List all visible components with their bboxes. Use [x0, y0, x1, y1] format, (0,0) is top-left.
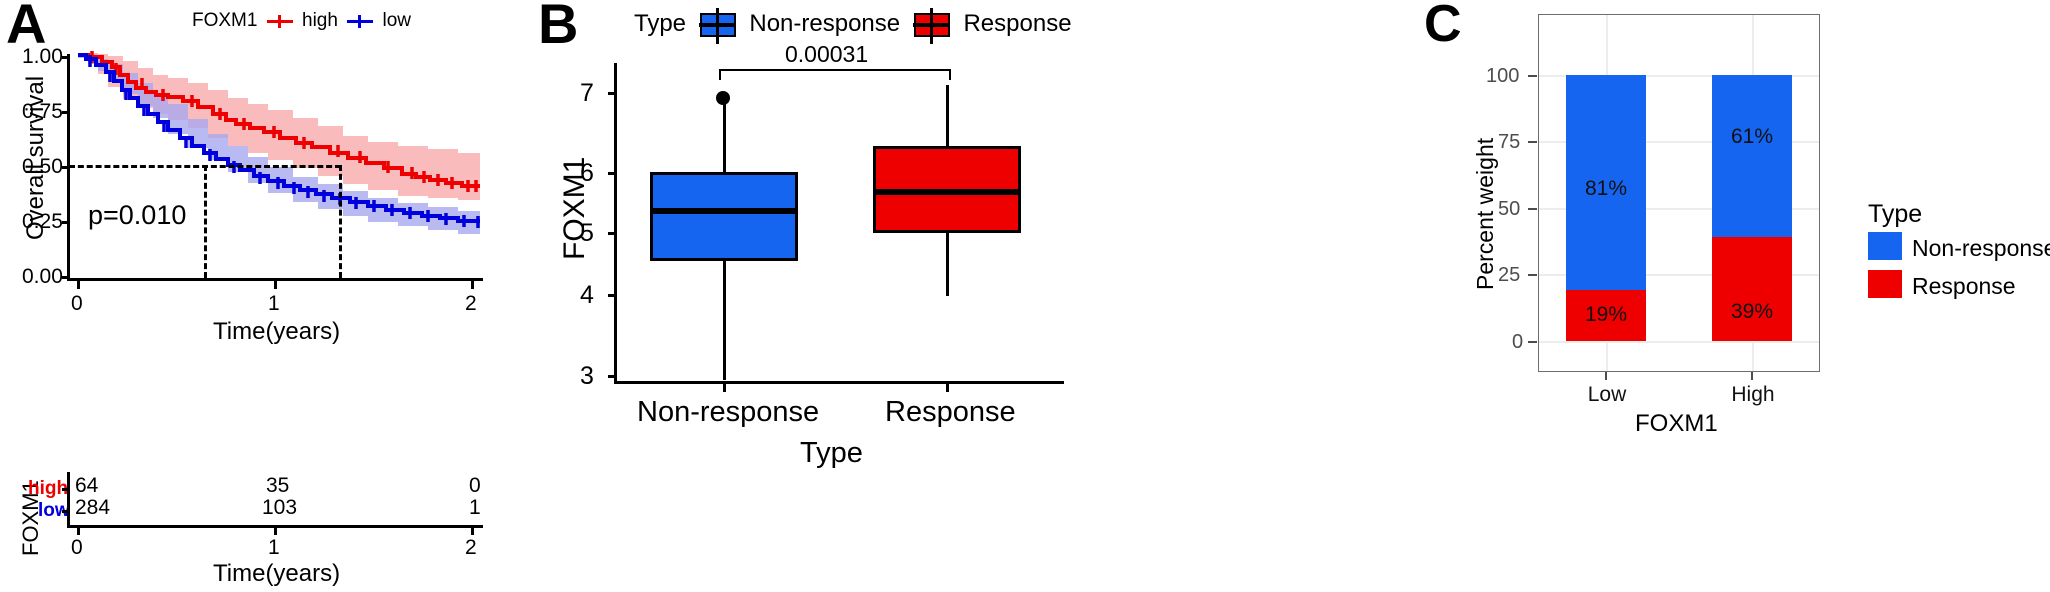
panel-b-letter: B: [538, 0, 579, 55]
figure-root: A FOXM1 high low Overall survival 0.00 0…: [0, 0, 2050, 592]
bar-high-response: [1712, 237, 1792, 341]
median-line-non-response: [650, 208, 798, 214]
panel-a-xtick-1: 1: [268, 292, 280, 315]
panel-c-ytick-25: 25: [1498, 264, 1521, 286]
panel-b-pvalue: 0.00031: [785, 41, 869, 67]
risk-table-yaxis: [67, 472, 70, 526]
panel-c-xtick-mark-high: [1751, 372, 1753, 380]
panel-b-ytick-4: 4: [580, 281, 594, 309]
panel-c-legend-swatch-non-response: [1868, 232, 1902, 260]
bar-high-non-response: [1712, 75, 1792, 237]
panel-c: C 19% 81% 39% 61% 0 25 50 75 100 Percent…: [1380, 0, 2050, 592]
legend-marker-low: [347, 14, 374, 28]
panel-b-legend-title: Type: [634, 10, 687, 37]
panel-a-xtick-mark-2: [471, 281, 474, 289]
panel-a-legend-label-high: high: [302, 10, 338, 31]
bar-label-high-non-response: 61%: [1730, 125, 1774, 148]
panel-b-legend-label-response: Response: [963, 10, 1072, 37]
panel-b-xtick-non-response: Non-response: [637, 396, 820, 428]
panel-c-legend-title: Type: [1868, 200, 1923, 228]
panel-c-gridline-0: [1539, 341, 1819, 343]
panel-c-legend-swatch-response: [1868, 270, 1902, 298]
panel-a-ytick-1: 0.25: [22, 210, 63, 233]
panel-a-median-vline-low: [204, 165, 207, 278]
risk-xtick-1: 1: [268, 536, 280, 559]
panel-b-ytick-7: 7: [580, 79, 594, 107]
panel-a-pvalue: p=0.010: [88, 200, 187, 230]
panel-a-xlabel: Time(years): [213, 318, 341, 345]
panel-b-xlabel: Type: [800, 437, 863, 469]
panel-c-ytick-0: 0: [1512, 331, 1524, 353]
legend-box-response: [913, 7, 951, 44]
panel-a-legend-label-low: low: [382, 10, 412, 31]
panel-c-ytick-mark-50: [1528, 208, 1537, 210]
panel-a-xtick-0: 0: [71, 292, 83, 315]
panel-a-legend-title: FOXM1: [192, 10, 258, 31]
panel-c-ytick-75: 75: [1498, 131, 1521, 153]
panel-b-ytick-5: 5: [580, 219, 594, 247]
panel-c-letter: C: [1424, 0, 1462, 53]
panel-b-xtick-mark-1: [946, 384, 949, 392]
panel-b-ytick-3: 3: [580, 362, 594, 390]
risk-xtick-2: 2: [465, 536, 477, 559]
risk-value-high-t0: 64: [75, 474, 99, 497]
panel-b: B Type Non-response Response FOXM1 3 4 5…: [530, 0, 1072, 592]
risk-value-low-t1: 103: [262, 496, 298, 519]
legend-box-non-response: [699, 7, 737, 44]
risk-value-high-t2: 0: [469, 474, 481, 497]
panel-b-xtick-mark-0: [723, 384, 726, 392]
risk-xtick-0: 0: [71, 536, 83, 559]
risk-value-low-t2: 1: [469, 496, 481, 519]
risk-value-high-t1: 35: [266, 474, 290, 497]
panel-a-km-curves: [68, 50, 483, 272]
panel-a-risk-table: FOXM1 high low 64 35 0 284 103 1 0 1 2 T…: [0, 468, 530, 592]
panel-c-xtick-mark-low: [1605, 372, 1607, 380]
panel-b-significance-bracket: [719, 69, 951, 80]
panel-c-ytick-mark-75: [1528, 141, 1537, 143]
panel-c-ytick-50: 50: [1498, 198, 1521, 220]
panel-c-legend-label-non-response: Non-response: [1912, 235, 2050, 261]
panel-a-ytick-0: 0.00: [22, 265, 63, 288]
panel-b-legend-label-nonresponse: Non-response: [749, 10, 901, 37]
panel-c-xtick-low: Low: [1587, 383, 1627, 406]
panel-c-ytick-mark-25: [1528, 274, 1537, 276]
panel-c-legend-label-response: Response: [1912, 273, 2016, 299]
panel-c-xlabel: FOXM1: [1635, 410, 1718, 437]
panel-a-xtick-mark-0: [77, 281, 80, 289]
panel-a-ytick-4: 1.00: [22, 45, 63, 68]
panel-a-ytick-2: 0.50: [22, 155, 63, 178]
box-non-response: [650, 172, 798, 261]
panel-a-xtick-2: 2: [465, 292, 477, 315]
panel-c-ytick-mark-100: [1528, 75, 1537, 77]
risk-table-xlabel: Time(years): [213, 560, 341, 587]
panel-a-ytick-3: 0.75: [22, 100, 63, 123]
bar-label-low-response: 19%: [1584, 303, 1628, 326]
panel-a: A FOXM1 high low Overall survival 0.00 0…: [0, 0, 530, 592]
legend-marker-high: [266, 14, 293, 28]
panel-c-ytick-100: 100: [1486, 65, 1520, 87]
panel-b-xtick-response: Response: [885, 396, 1016, 428]
whisker-upper-response: [946, 85, 949, 146]
panel-a-xtick-mark-1: [274, 281, 277, 289]
panel-b-ytick-6: 6: [580, 159, 594, 187]
panel-c-ylabel: Percent weight: [1472, 137, 1498, 290]
bar-label-high-response: 39%: [1730, 300, 1774, 323]
panel-a-legend: FOXM1 high low: [192, 10, 411, 32]
whisker-lower-response: [946, 232, 949, 296]
panel-b-yaxis: [614, 63, 617, 383]
outlier-point-non-response: [716, 91, 730, 105]
median-line-response: [873, 189, 1021, 195]
risk-xtick-mark-0: [77, 528, 80, 535]
bar-label-low-non-response: 81%: [1584, 177, 1628, 200]
risk-value-low-t0: 284: [75, 496, 111, 519]
panel-b-xaxis: [614, 381, 1064, 384]
panel-b-legend: Type Non-response Response: [634, 7, 1072, 44]
risk-xtick-mark-1: [274, 528, 277, 535]
panel-c-xtick-high: High: [1731, 383, 1775, 406]
whisker-lower-non-response: [723, 260, 726, 380]
whisker-upper-non-response: [723, 98, 726, 172]
risk-xtick-mark-2: [471, 528, 474, 535]
panel-c-ytick-mark-0: [1528, 341, 1537, 343]
panel-a-median-vline-high: [339, 165, 342, 278]
